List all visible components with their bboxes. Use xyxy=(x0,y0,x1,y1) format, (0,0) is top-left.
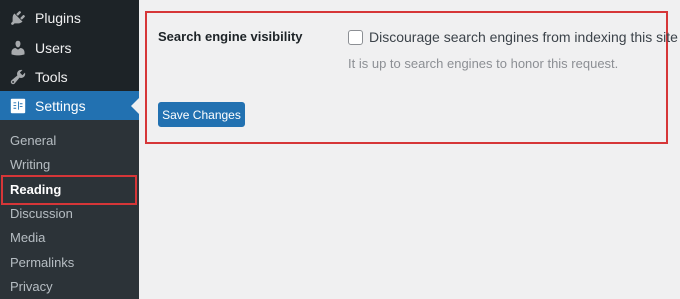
checkbox-label[interactable]: Discourage search engines from indexing … xyxy=(369,29,678,45)
wrench-icon xyxy=(8,67,28,87)
sidebar-item-settings[interactable]: Settings xyxy=(0,91,139,120)
discourage-search-checkbox[interactable] xyxy=(348,30,363,45)
field-description: It is up to search engines to honor this… xyxy=(348,56,619,71)
submenu-item-discussion[interactable]: Discussion xyxy=(0,201,139,225)
submenu-item-reading[interactable]: Reading xyxy=(0,177,139,201)
submenu-item-media[interactable]: Media xyxy=(0,225,139,249)
submenu-item-general[interactable]: General xyxy=(0,128,139,152)
sidebar-item-users[interactable]: Users xyxy=(0,33,139,62)
plugin-icon xyxy=(8,8,28,28)
submenu-item-writing[interactable]: Writing xyxy=(0,152,139,176)
sidebar-item-tools[interactable]: Tools xyxy=(0,62,139,91)
sidebar-item-label: Users xyxy=(35,39,72,56)
submenu-item-privacy[interactable]: Privacy xyxy=(0,274,139,298)
settings-icon xyxy=(8,96,28,116)
users-icon xyxy=(8,38,28,58)
sidebar-item-plugins[interactable]: Plugins xyxy=(0,3,139,32)
sidebar-item-label: Plugins xyxy=(35,9,81,26)
admin-sidebar: Plugins Users Tools Settings General Wri… xyxy=(0,0,139,299)
sidebar-item-label: Tools xyxy=(35,68,68,85)
submenu-item-permalinks[interactable]: Permalinks xyxy=(0,250,139,274)
save-changes-button[interactable]: Save Changes xyxy=(158,102,245,127)
field-label: Search engine visibility xyxy=(158,29,303,44)
sidebar-item-label: Settings xyxy=(35,97,86,114)
